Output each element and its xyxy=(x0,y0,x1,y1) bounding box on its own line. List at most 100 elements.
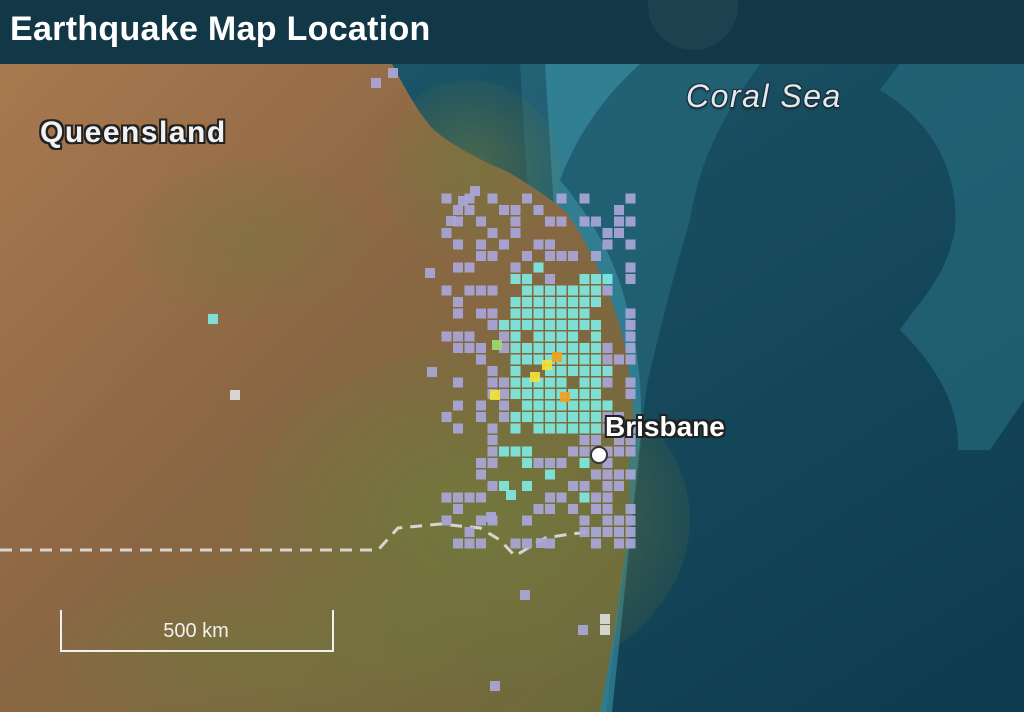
intensity-cell xyxy=(602,469,613,480)
intensity-cell xyxy=(510,262,521,273)
intensity-cell xyxy=(602,481,613,491)
intensity-cell xyxy=(490,681,500,691)
intensity-cell xyxy=(464,343,475,353)
intensity-cell xyxy=(602,228,613,238)
intensity-cell xyxy=(487,228,498,238)
intensity-cell xyxy=(476,469,486,480)
intensity-cell xyxy=(579,446,590,457)
intensity-cell xyxy=(545,458,555,468)
app: Earthquake Map Location Queensland Coral… xyxy=(0,0,1024,712)
intensity-cell xyxy=(591,389,601,399)
intensity-cell xyxy=(579,412,590,422)
intensity-cell xyxy=(371,78,381,88)
intensity-cell xyxy=(545,377,555,388)
intensity-cell xyxy=(625,343,636,353)
intensity-cell xyxy=(625,389,636,399)
city-label: Brisbane xyxy=(605,411,725,442)
intensity-cell xyxy=(545,343,555,353)
intensity-cell xyxy=(533,205,544,215)
intensity-cell xyxy=(476,458,486,468)
intensity-cell xyxy=(453,538,463,549)
intensity-cell xyxy=(579,435,590,445)
intensity-cell xyxy=(522,389,532,399)
intensity-cell xyxy=(441,193,452,204)
intensity-cell xyxy=(545,320,555,330)
intensity-cell xyxy=(591,469,601,480)
intensity-cell xyxy=(568,504,578,514)
intensity-cell xyxy=(470,186,480,196)
intensity-cell xyxy=(614,446,624,457)
intensity-cell xyxy=(579,297,590,307)
intensity-cell xyxy=(522,320,532,330)
intensity-cell xyxy=(487,193,498,204)
intensity-cell xyxy=(545,469,555,480)
intensity-cell xyxy=(602,515,613,526)
intensity-cell xyxy=(591,538,601,549)
intensity-cell xyxy=(625,274,636,284)
intensity-cell xyxy=(464,492,475,503)
intensity-cell xyxy=(556,285,567,296)
intensity-cell xyxy=(625,469,636,480)
intensity-cell xyxy=(545,308,555,319)
intensity-cell xyxy=(487,481,498,491)
intensity-cell xyxy=(453,377,463,388)
intensity-cell xyxy=(476,400,486,411)
intensity-cell xyxy=(522,354,532,365)
intensity-cell xyxy=(579,366,590,376)
intensity-cell xyxy=(464,538,475,549)
region-label: Queensland xyxy=(40,116,227,149)
intensity-cell xyxy=(625,354,636,365)
intensity-cell xyxy=(533,331,544,342)
intensity-cell xyxy=(510,366,521,376)
intensity-cell xyxy=(579,492,590,503)
intensity-cell xyxy=(522,274,532,284)
intensity-cell xyxy=(614,205,624,215)
intensity-cell xyxy=(614,228,624,238)
intensity-cell xyxy=(579,389,590,399)
intensity-cell xyxy=(476,216,486,227)
intensity-cell xyxy=(556,412,567,422)
intensity-cell xyxy=(533,262,544,273)
intensity-cell xyxy=(522,400,532,411)
intensity-cell xyxy=(602,527,613,537)
intensity-cell xyxy=(545,538,555,549)
intensity-cell xyxy=(510,423,521,434)
intensity-cell xyxy=(625,331,636,342)
intensity-cell xyxy=(602,354,613,365)
intensity-cell xyxy=(579,320,590,330)
intensity-cell xyxy=(510,216,521,227)
intensity-cell xyxy=(510,412,521,422)
scale-bar-label: 500 km xyxy=(163,620,229,642)
intensity-cell xyxy=(591,343,601,353)
intensity-cell xyxy=(453,492,463,503)
intensity-cell xyxy=(453,400,463,411)
intensity-cell xyxy=(625,515,636,526)
intensity-cell xyxy=(533,423,544,434)
intensity-cell xyxy=(568,481,578,491)
intensity-cell xyxy=(453,504,463,514)
intensity-cell xyxy=(579,274,590,284)
intensity-cell xyxy=(499,446,509,457)
intensity-cell xyxy=(579,193,590,204)
intensity-cell xyxy=(522,343,532,353)
intensity-cell xyxy=(602,343,613,353)
intensity-cell xyxy=(614,469,624,480)
sea-label: Coral Sea xyxy=(686,78,842,114)
intensity-cell xyxy=(453,239,463,250)
scale-bar: 500 km xyxy=(60,610,334,652)
intensity-cell xyxy=(476,343,486,353)
intensity-cell xyxy=(568,251,578,261)
intensity-cell xyxy=(579,216,590,227)
intensity-cell xyxy=(568,366,578,376)
intensity-cell xyxy=(487,308,498,319)
intensity-cell xyxy=(625,446,636,457)
intensity-cell xyxy=(625,377,636,388)
intensity-cell xyxy=(591,377,601,388)
city-dot-icon[interactable] xyxy=(590,446,608,464)
intensity-cell xyxy=(230,390,240,400)
intensity-cell xyxy=(568,446,578,457)
intensity-cell xyxy=(614,216,624,227)
intensity-cell xyxy=(545,492,555,503)
intensity-cell xyxy=(556,193,567,204)
intensity-cell xyxy=(425,268,435,278)
